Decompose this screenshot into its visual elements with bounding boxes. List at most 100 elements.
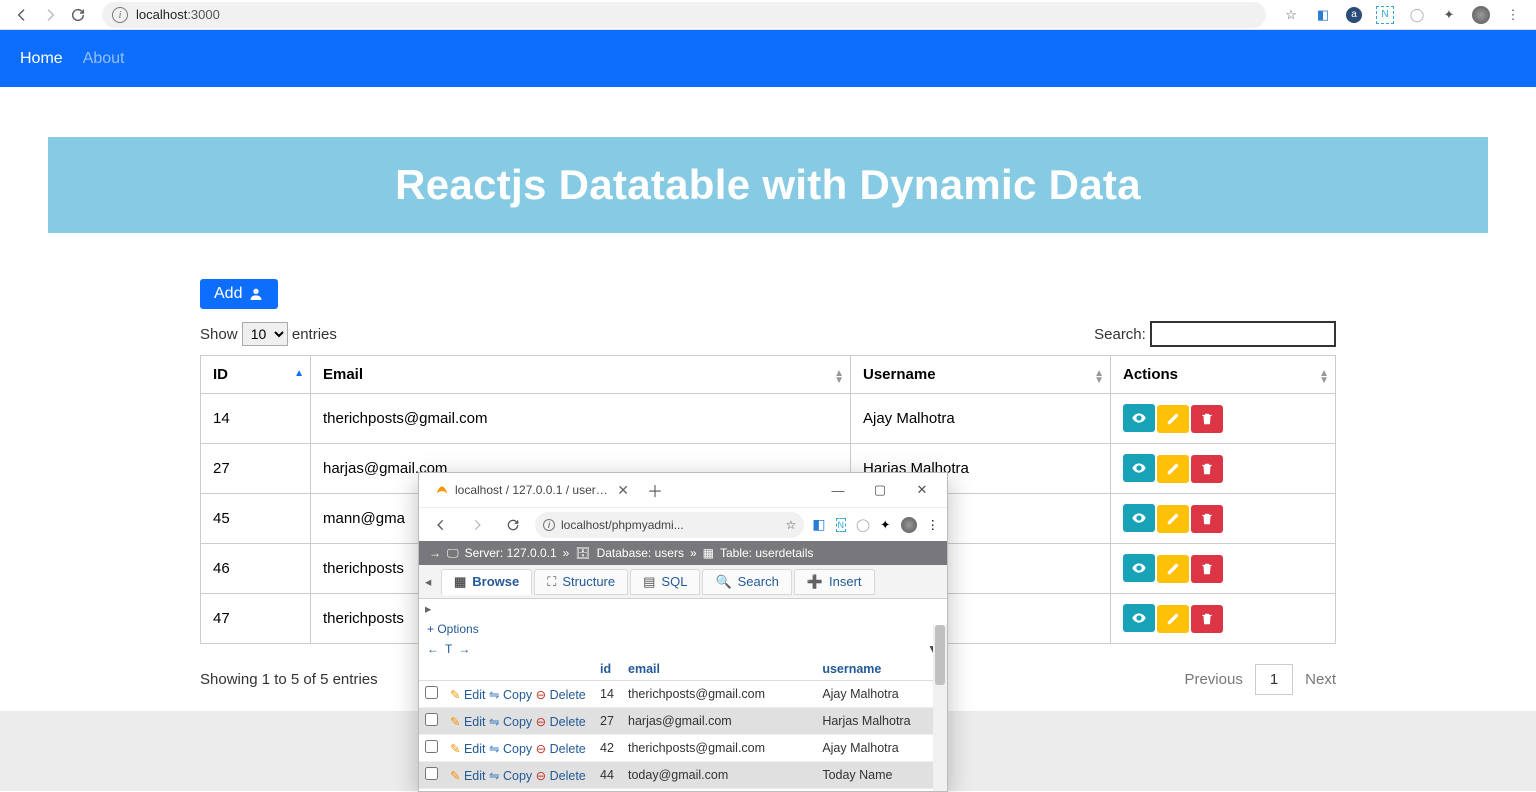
pma-back-button[interactable] xyxy=(427,511,455,539)
star-icon[interactable]: ☆ xyxy=(1282,6,1300,24)
col-actions[interactable]: Actions▲▼ xyxy=(1111,356,1336,394)
forward-button[interactable] xyxy=(36,1,64,29)
delete-button[interactable] xyxy=(1191,405,1223,433)
edit-link[interactable]: Edit xyxy=(464,688,486,702)
menu-icon[interactable]: ⋮ xyxy=(1504,6,1522,24)
pma-scrollbar[interactable] xyxy=(933,625,947,791)
col-email[interactable]: Email▲▼ xyxy=(311,356,851,394)
cell-id: 27 xyxy=(201,444,311,494)
extensions-icon[interactable]: ✦ xyxy=(1440,6,1458,24)
copy-link[interactable]: Copy xyxy=(503,715,532,729)
col-id[interactable]: ID▲ xyxy=(201,356,311,394)
edit-button[interactable] xyxy=(1157,505,1189,533)
menu-icon[interactable]: ⋮ xyxy=(927,517,940,532)
col-move-left-icon[interactable]: ← xyxy=(427,642,439,656)
pma-options-link[interactable]: + Options xyxy=(419,618,947,640)
pma-titlebar: localhost / 127.0.0.1 / users / use ✕ ＋ … xyxy=(419,473,947,507)
row-checkbox[interactable] xyxy=(425,713,438,726)
star-icon[interactable]: ☆ xyxy=(786,518,797,532)
url-bar[interactable]: i localhost:3000 xyxy=(102,2,1266,28)
phpmyadmin-window[interactable]: localhost / 127.0.0.1 / users / use ✕ ＋ … xyxy=(418,472,948,792)
tab-sql[interactable]: ▤SQL xyxy=(630,569,700,595)
close-window-button[interactable]: ✕ xyxy=(905,476,939,504)
crumb-table[interactable]: Table: userdetails xyxy=(720,546,813,560)
reload-button[interactable] xyxy=(64,1,92,29)
delete-link[interactable]: Delete xyxy=(550,715,586,729)
delete-button[interactable] xyxy=(1191,505,1223,533)
browser-toolbar: i localhost:3000 ☆ ◧ a N ◯ ✦ ⋮ xyxy=(0,0,1536,30)
nav-home[interactable]: Home xyxy=(20,50,63,68)
col-username[interactable]: Username▲▼ xyxy=(851,356,1111,394)
edit-link[interactable]: Edit xyxy=(464,715,486,729)
pma-cell-email: therichposts@gmail.com xyxy=(622,681,816,708)
ext-icon-3[interactable]: N xyxy=(836,518,847,532)
page-1[interactable]: 1 xyxy=(1255,664,1293,695)
close-tab-icon[interactable]: ✕ xyxy=(617,482,629,499)
tab-browse[interactable]: ▦Browse xyxy=(441,569,532,595)
edit-link[interactable]: Edit xyxy=(464,742,486,756)
tab-search[interactable]: 🔍Search xyxy=(702,569,791,595)
page-size-select[interactable]: 10 xyxy=(242,322,288,346)
pma-col-email[interactable]: email xyxy=(622,658,816,681)
view-button[interactable] xyxy=(1123,404,1155,432)
pma-col-id[interactable]: id xyxy=(594,658,622,681)
pma-reload-button[interactable] xyxy=(499,511,527,539)
edit-button[interactable] xyxy=(1157,455,1189,483)
prev-page[interactable]: Previous xyxy=(1184,671,1242,688)
search-input[interactable] xyxy=(1150,321,1336,347)
profile-avatar[interactable] xyxy=(1472,6,1490,24)
delete-link[interactable]: Delete xyxy=(550,769,586,783)
col-move-right-icon[interactable]: → xyxy=(458,642,470,656)
delete-button[interactable] xyxy=(1191,605,1223,633)
back-button[interactable] xyxy=(8,1,36,29)
copy-link[interactable]: Copy xyxy=(503,742,532,756)
profile-avatar[interactable] xyxy=(901,517,917,533)
row-checkbox[interactable] xyxy=(425,767,438,780)
pma-browser-tab[interactable]: localhost / 127.0.0.1 / users / use ✕ xyxy=(427,476,637,505)
ext-icon-4[interactable]: ◯ xyxy=(1408,6,1426,24)
ext-icon-3[interactable]: N xyxy=(1376,6,1394,24)
col-text-icon[interactable]: T xyxy=(445,642,452,656)
add-button[interactable]: Add xyxy=(200,279,278,309)
row-checkbox[interactable] xyxy=(425,686,438,699)
maximize-button[interactable]: ▢ xyxy=(863,476,897,504)
copy-link[interactable]: Copy xyxy=(503,688,532,702)
pma-col-username[interactable]: username xyxy=(816,658,947,681)
url-text: localhost:3000 xyxy=(136,7,220,22)
tabs-scroll-left[interactable]: ◂ xyxy=(425,574,439,589)
edit-link[interactable]: Edit xyxy=(464,769,486,783)
delete-button[interactable] xyxy=(1191,455,1223,483)
tab-structure[interactable]: ⛶Structure xyxy=(534,569,628,595)
pma-url-bar[interactable]: i localhost/phpmyadmi... ☆ xyxy=(535,512,804,538)
delete-link[interactable]: Delete xyxy=(550,688,586,702)
extensions-icon[interactable]: ✦ xyxy=(880,517,890,532)
delete-button[interactable] xyxy=(1191,555,1223,583)
tabs-scroll-right[interactable]: ▸ xyxy=(419,599,433,618)
view-button[interactable] xyxy=(1123,454,1155,482)
minimize-button[interactable]: — xyxy=(821,476,855,504)
edit-button[interactable] xyxy=(1157,605,1189,633)
edit-button[interactable] xyxy=(1157,405,1189,433)
ext-icon-1[interactable]: ◧ xyxy=(1314,6,1332,24)
copy-link[interactable]: Copy xyxy=(503,769,532,783)
row-actions: ✎ Edit ⇋ Copy ⊖ Delete xyxy=(444,708,594,735)
new-tab-button[interactable]: ＋ xyxy=(647,478,663,502)
pma-col-toolbar: ← T → ▼ xyxy=(419,640,947,658)
view-button[interactable] xyxy=(1123,504,1155,532)
next-page[interactable]: Next xyxy=(1305,671,1336,688)
pma-tab-title: localhost / 127.0.0.1 / users / use xyxy=(455,483,611,497)
pma-forward-button[interactable] xyxy=(463,511,491,539)
edit-button[interactable] xyxy=(1157,555,1189,583)
delete-link[interactable]: Delete xyxy=(550,742,586,756)
ext-icon-2[interactable]: a xyxy=(1346,7,1362,23)
ext-icon-1[interactable]: ◧ xyxy=(812,516,825,533)
crumb-database[interactable]: Database: users xyxy=(597,546,684,560)
tab-insert[interactable]: ➕Insert xyxy=(794,569,875,595)
ext-icon-4[interactable]: ◯ xyxy=(856,517,870,532)
nav-about[interactable]: About xyxy=(83,50,125,68)
row-checkbox[interactable] xyxy=(425,740,438,753)
view-button[interactable] xyxy=(1123,604,1155,632)
crumb-server[interactable]: Server: 127.0.0.1 xyxy=(465,546,557,560)
view-button[interactable] xyxy=(1123,554,1155,582)
pma-cell-email: harjas@gmail.com xyxy=(622,708,816,735)
